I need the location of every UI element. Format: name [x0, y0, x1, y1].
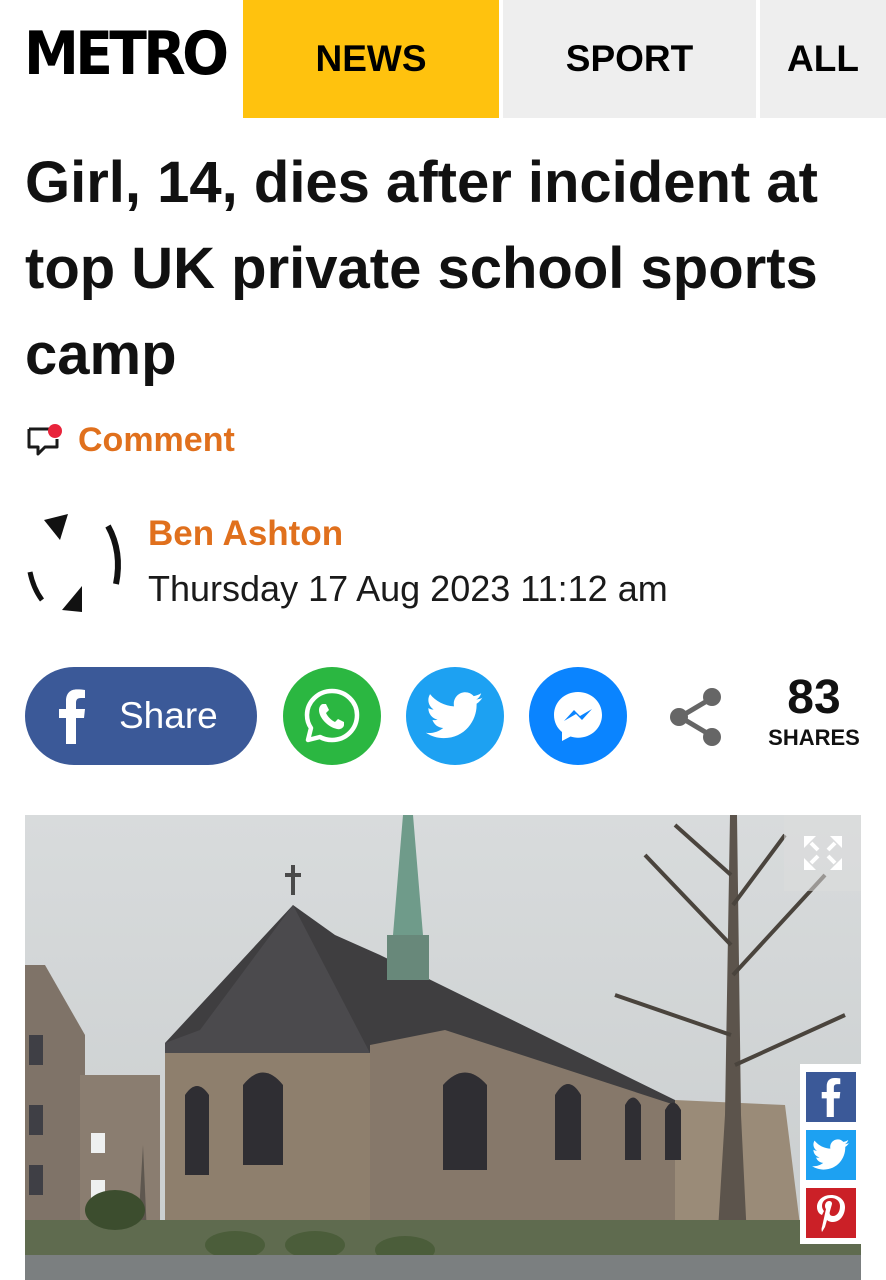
messenger-share-button[interactable]: [529, 667, 627, 765]
share-icon[interactable]: [668, 686, 724, 748]
expand-icon: [803, 836, 842, 870]
whatsapp-share-button[interactable]: [283, 667, 381, 765]
metro-logo[interactable]: METRO: [24, 22, 229, 86]
author-name[interactable]: Ben Ashton: [148, 514, 343, 554]
facebook-icon: [59, 689, 85, 744]
twitter-share-button[interactable]: [406, 667, 504, 765]
image-twitter-share-button[interactable]: [806, 1130, 856, 1180]
site-header: METRO NEWS SPORT ALL: [0, 0, 886, 118]
image-pinterest-share-button[interactable]: [806, 1188, 856, 1238]
facebook-share-button[interactable]: Share: [25, 667, 257, 765]
article-image[interactable]: [25, 815, 861, 1280]
comment-link[interactable]: Comment: [26, 418, 235, 462]
church-photo: [25, 815, 861, 1280]
messenger-icon: [554, 692, 602, 741]
publish-date: Thursday 17 Aug 2023 11:12 am: [148, 568, 668, 609]
fullscreen-button[interactable]: [784, 815, 861, 891]
tab-news[interactable]: NEWS: [243, 0, 499, 118]
image-facebook-share-button[interactable]: [806, 1072, 856, 1122]
share-count: 83: [787, 671, 841, 724]
facebook-share-label: Share: [119, 695, 218, 736]
tab-sport[interactable]: SPORT: [503, 0, 756, 118]
pinterest-icon: [817, 1195, 845, 1232]
twitter-icon: [812, 1139, 850, 1170]
comment-label: Comment: [78, 420, 235, 459]
facebook-icon: [821, 1078, 841, 1117]
author-avatar: [27, 514, 121, 612]
article-headline: Girl, 14, dies after incident at top UK …: [25, 150, 818, 387]
tab-all[interactable]: ALL: [760, 0, 886, 118]
share-count-label: SHARES: [768, 725, 860, 750]
twitter-icon: [426, 692, 483, 739]
image-share-bar: [800, 1064, 861, 1244]
comment-icon: [27, 424, 62, 456]
whatsapp-icon: [304, 688, 360, 743]
